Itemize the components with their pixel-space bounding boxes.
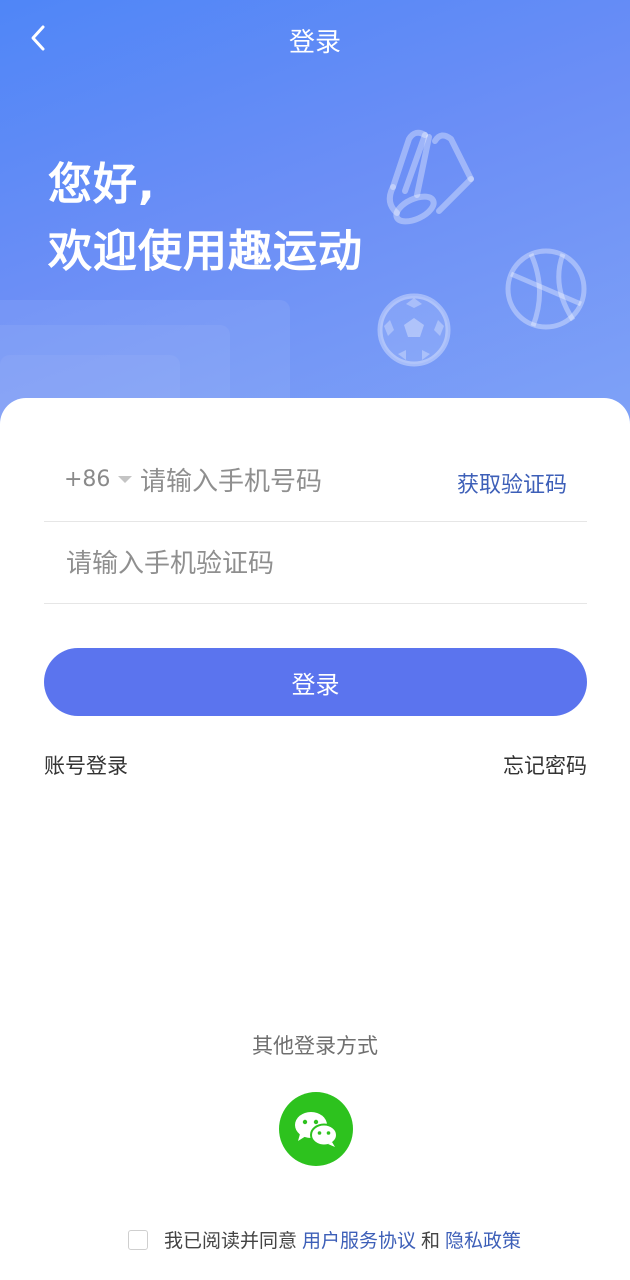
greeting-line-1: 您好,	[48, 159, 156, 210]
get-code-button[interactable]: 获取验证码	[457, 467, 567, 499]
wechat-login-button[interactable]	[279, 1092, 353, 1166]
soccer-ball-icon	[377, 293, 451, 367]
greeting-line-2: 欢迎使用趣运动	[48, 226, 363, 277]
page-title: 登录	[288, 28, 341, 58]
phone-input[interactable]	[138, 461, 442, 503]
country-code-selector[interactable]: +86	[64, 467, 133, 492]
forgot-password-link[interactable]: 忘记密码	[503, 750, 587, 780]
login-button[interactable]: 登录	[44, 648, 587, 716]
privacy-policy-link[interactable]: 隐私政策	[445, 1226, 521, 1253]
header-banner: 登录 您好, 欢迎使用趣运动	[0, 0, 630, 430]
caret-down-icon	[118, 476, 133, 483]
agreement-and: 和	[421, 1230, 441, 1252]
other-login-title: 其他登录方式	[252, 1034, 378, 1058]
agreement-row: 我已阅读并同意 用户服务协议 和 隐私政策	[128, 1226, 526, 1253]
agreement-prefix: 我已阅读并同意	[164, 1230, 298, 1252]
agreement-checkbox[interactable]	[128, 1229, 148, 1250]
account-login-link[interactable]: 账号登录	[44, 750, 128, 780]
code-row	[44, 523, 587, 604]
wechat-icon	[295, 1112, 338, 1147]
login-card: +86 获取验证码 登录 账号登录 忘记密码 其他登录方式 我已阅读并同意 用户…	[0, 398, 630, 1280]
phone-row: +86 获取验证码	[44, 441, 587, 522]
country-code-label: +86	[64, 467, 111, 492]
badminton-shuttlecock-icon	[386, 129, 474, 225]
user-agreement-link[interactable]: 用户服务协议	[302, 1226, 416, 1253]
basketball-icon	[505, 248, 587, 330]
verification-code-input[interactable]	[64, 543, 548, 585]
